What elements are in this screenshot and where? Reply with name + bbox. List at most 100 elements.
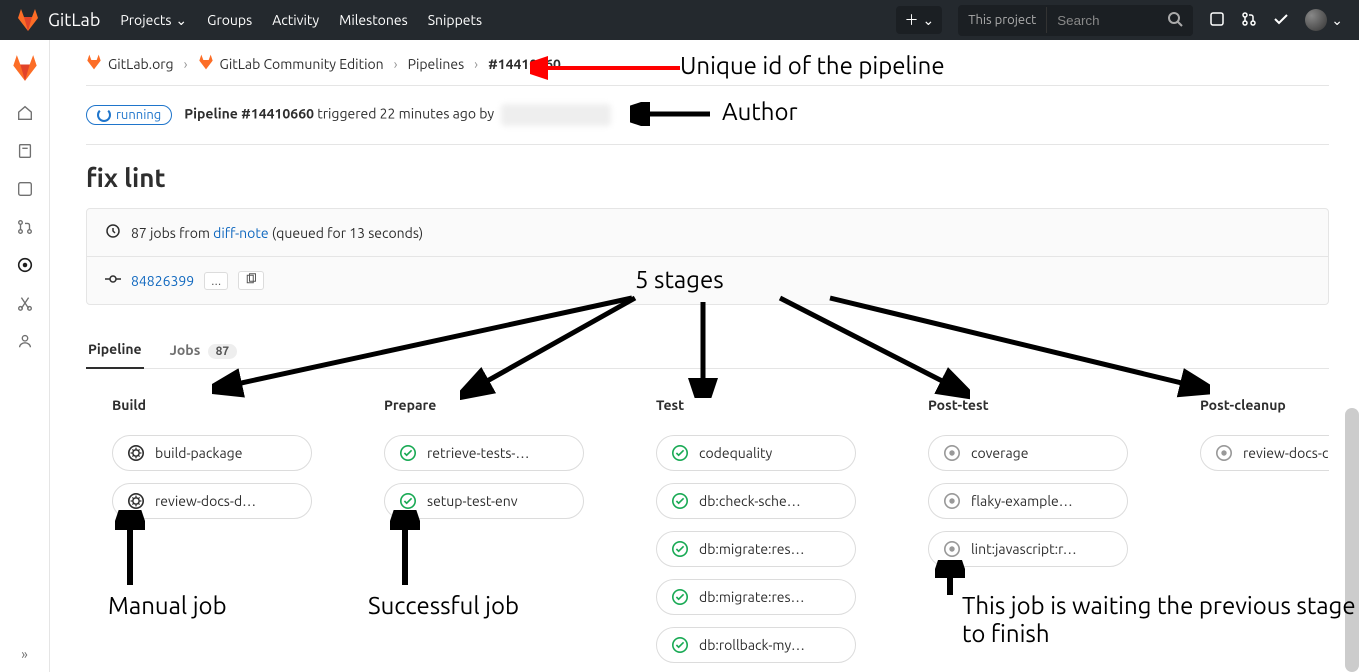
status-badge[interactable]: running: [86, 105, 172, 125]
nav-snippets[interactable]: Snippets: [428, 12, 482, 28]
job-pill[interactable]: flaky-example…: [928, 483, 1128, 519]
issues-icon[interactable]: [1209, 11, 1225, 30]
expand-commit-button[interactable]: ...: [204, 272, 228, 290]
nav-projects[interactable]: Projects⌄: [120, 12, 187, 29]
brand-text: GitLab: [48, 10, 100, 30]
page-title: fix lint: [86, 145, 1329, 202]
stage-title: Post-cleanup: [1200, 397, 1329, 413]
triggered-text: triggered 22 minutes ago by: [314, 106, 497, 122]
stage-title: Prepare: [384, 397, 584, 413]
navbar-left: GitLab Projects⌄ Groups Activity Milesto…: [16, 8, 482, 32]
commit-info-row: 84826399 ...: [87, 256, 1328, 304]
merge-requests-icon[interactable]: [1241, 11, 1257, 30]
commit-sha-link[interactable]: 84826399: [131, 273, 194, 289]
gitlab-mini-icon: [198, 54, 214, 73]
job-pill[interactable]: retrieve-tests-…: [384, 435, 584, 471]
top-navbar: GitLab Projects⌄ Groups Activity Milesto…: [0, 0, 1359, 40]
nav-activity[interactable]: Activity: [272, 12, 319, 28]
plus-icon: ＋: [904, 10, 918, 30]
job-label: coverage: [971, 445, 1028, 461]
chevron-down-icon: ⌄: [922, 12, 934, 29]
job-pill[interactable]: db:check-sche…: [656, 483, 856, 519]
project-logo-icon[interactable]: [11, 54, 39, 85]
copy-icon: [245, 273, 257, 285]
copy-sha-button[interactable]: [238, 271, 264, 290]
branch-link[interactable]: diff-note: [213, 225, 268, 241]
search-scope[interactable]: This project: [958, 7, 1047, 33]
pipeline-info-box: 87 jobs from diff-note (queued for 13 se…: [86, 208, 1329, 305]
stage-column: Prepare retrieve-tests-… setup-test-env: [384, 397, 584, 672]
user-menu[interactable]: ⌄: [1305, 9, 1343, 31]
jobs-info-row: 87 jobs from diff-note (queued for 13 se…: [87, 209, 1328, 256]
issues-rail-icon[interactable]: [15, 179, 35, 199]
nav-groups[interactable]: Groups: [207, 12, 252, 28]
job-pill[interactable]: coverage: [928, 435, 1128, 471]
nav-milestones[interactable]: Milestones: [339, 12, 408, 28]
scrollbar[interactable]: [1345, 408, 1359, 672]
search-button[interactable]: [1157, 5, 1193, 36]
crumb-sep: ›: [474, 56, 478, 72]
job-label: review-docs-d…: [155, 493, 256, 509]
stage-column: Post-test coverage flaky-example… lint:java…: [928, 397, 1128, 672]
todos-icon[interactable]: [1273, 11, 1289, 30]
collapse-rail-icon[interactable]: »: [21, 646, 28, 662]
job-pill[interactable]: build-package: [112, 435, 312, 471]
job-pill[interactable]: lint:javascript:r…: [928, 531, 1128, 567]
tab-pipeline[interactable]: Pipeline: [86, 331, 144, 369]
job-pill[interactable]: db:migrate:res…: [656, 531, 856, 567]
spinner-icon: [97, 108, 111, 122]
job-pill[interactable]: review-docs-c: [1200, 435, 1329, 471]
gitlab-brand[interactable]: GitLab: [16, 8, 100, 32]
jobs-text-a: jobs from: [147, 225, 213, 241]
job-pill[interactable]: codequality: [656, 435, 856, 471]
pipeline-graph: Build build-package review-docs-d… Prepare r…: [86, 397, 1329, 672]
pipeline-status-line: running Pipeline #14410660 triggered 22 …: [86, 86, 1329, 145]
repository-icon[interactable]: [15, 141, 35, 161]
gitlab-logo-icon: [16, 8, 40, 32]
job-pill[interactable]: db:migrate:res…: [656, 579, 856, 615]
job-label: db:migrate:res…: [699, 589, 805, 605]
snippets-rail-icon[interactable]: [15, 293, 35, 313]
home-icon[interactable]: [15, 103, 35, 123]
crumb-project[interactable]: GitLab Community Edition: [198, 54, 384, 73]
job-label: db:check-sche…: [699, 493, 801, 509]
search-icon: [1167, 11, 1183, 27]
pipelines-rail-icon[interactable]: [15, 255, 35, 275]
navbar-right: ＋ ⌄ This project ⌄: [896, 5, 1343, 36]
stage-title: Post-test: [928, 397, 1128, 413]
stage-title: Build: [112, 397, 312, 413]
job-pill[interactable]: db:rollback-my…: [656, 627, 856, 663]
commit-icon: [105, 271, 121, 290]
clock-icon: [105, 223, 121, 242]
stage-column: Build build-package review-docs-d…: [112, 397, 312, 672]
crumb-section[interactable]: Pipelines: [408, 56, 465, 72]
main-content: GitLab.org › GitLab Community Edition › …: [50, 40, 1359, 672]
job-label: lint:javascript:r…: [971, 541, 1077, 557]
crumb-sep: ›: [394, 56, 398, 72]
job-label: setup-test-env: [427, 493, 518, 509]
tab-jobs[interactable]: Jobs 87: [168, 332, 240, 368]
gitlab-mini-icon: [86, 54, 102, 73]
search-container: This project: [958, 5, 1193, 36]
chevron-down-icon: ⌄: [175, 12, 187, 29]
job-pill[interactable]: setup-test-env: [384, 483, 584, 519]
job-label: retrieve-tests-…: [427, 445, 529, 461]
breadcrumb: GitLab.org › GitLab Community Edition › …: [86, 54, 1329, 86]
stage-column: Test codequality db:check-sche… db:migrate:…: [656, 397, 856, 672]
job-label: review-docs-c: [1243, 445, 1328, 461]
pipeline-id-label: Pipeline #14410660: [184, 106, 314, 122]
job-label: db:rollback-my…: [699, 637, 805, 653]
stage-title: Test: [656, 397, 856, 413]
merge-rail-icon[interactable]: [15, 217, 35, 237]
left-rail: »: [0, 40, 50, 672]
chevron-down-icon: ⌄: [1331, 12, 1343, 29]
crumb-org[interactable]: GitLab.org: [86, 54, 174, 73]
search-input[interactable]: [1047, 7, 1157, 34]
job-label: build-package: [155, 445, 242, 461]
job-pill[interactable]: review-docs-d…: [112, 483, 312, 519]
new-dropdown[interactable]: ＋ ⌄: [896, 6, 942, 34]
jobs-count: 87: [131, 225, 147, 241]
members-rail-icon[interactable]: [15, 331, 35, 351]
crumb-pipeline-id: #14410660: [488, 56, 561, 72]
avatar-icon: [1305, 9, 1327, 31]
